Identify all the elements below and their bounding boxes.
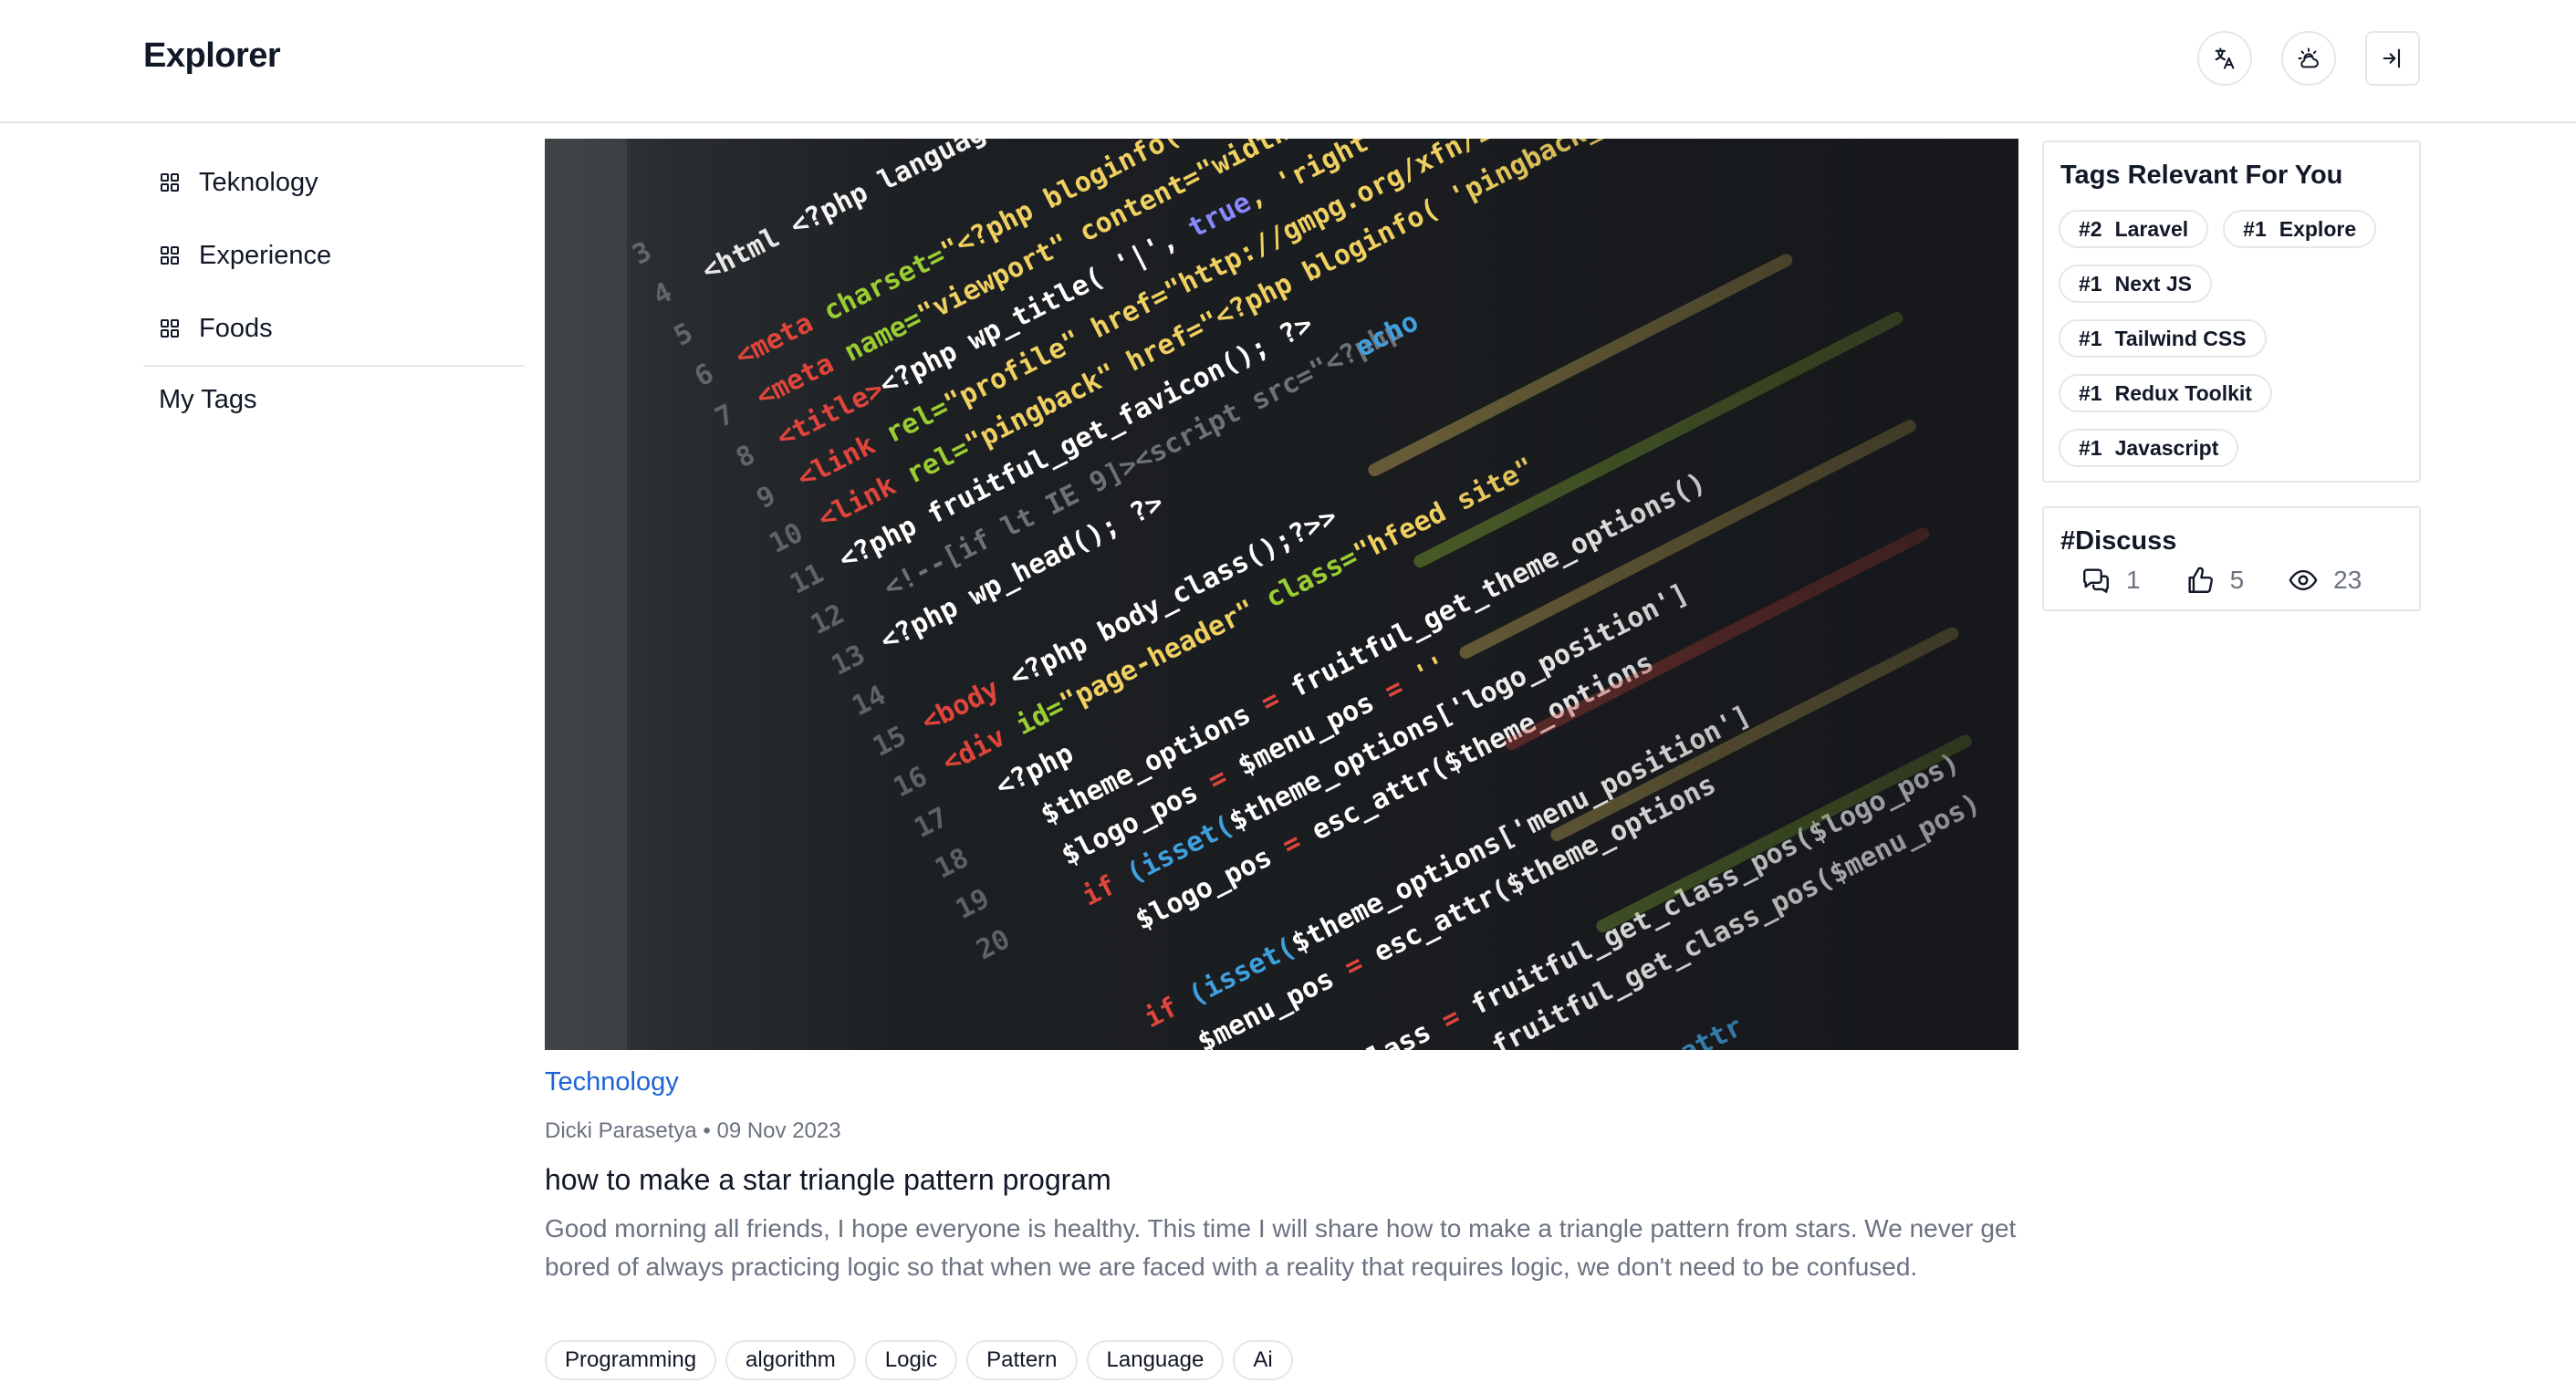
- tag-rank: #1: [2079, 326, 2102, 350]
- tag-name: Next JS: [2114, 271, 2192, 296]
- likes-count: 5: [2229, 566, 2245, 594]
- tag-rank: #1: [2079, 380, 2102, 405]
- tag-row: #1 Redux Toolkit: [2059, 374, 2272, 412]
- post-excerpt: Good morning all friends, I hope everyon…: [545, 1214, 2017, 1281]
- tag-row: #1 Next JS: [2059, 265, 2212, 303]
- views-stat: 23: [2288, 565, 2362, 596]
- relevant-tag-chip[interactable]: #1 Next JS: [2059, 265, 2212, 303]
- login-icon: [2383, 48, 2401, 68]
- comments-icon: [2083, 568, 2109, 593]
- tag-rank: #1: [2079, 271, 2102, 296]
- code-screen-illustration: 345 678 91011 121314 151617 181920 <html…: [545, 139, 2018, 1050]
- weather-icon: [2298, 47, 2319, 68]
- sidebar: Teknology Experience Foods My Tags: [143, 146, 525, 415]
- relevant-tag-chip[interactable]: #2 Laravel: [2059, 210, 2209, 248]
- tag-rank: #2: [2079, 216, 2102, 241]
- post-tag-chip[interactable]: Language: [1086, 1340, 1225, 1380]
- discuss-title[interactable]: #Discuss: [2060, 526, 2176, 556]
- relevant-tag-chip[interactable]: #1 Redux Toolkit: [2059, 374, 2272, 412]
- translate-button[interactable]: [2197, 31, 2252, 86]
- sidebar-item-experience[interactable]: Experience: [143, 219, 525, 292]
- tag-row: #1 Javascript: [2059, 429, 2239, 467]
- my-tags-heading: My Tags: [159, 385, 257, 414]
- relevant-tag-chip[interactable]: #1 Explore: [2223, 210, 2377, 248]
- views-count: 23: [2333, 566, 2362, 594]
- tag-name: Laravel: [2114, 216, 2189, 241]
- meta-separator: •: [703, 1118, 711, 1143]
- comments-count: 1: [2126, 566, 2141, 594]
- post-tag-chip[interactable]: Logic: [864, 1340, 958, 1380]
- sidebar-item-label: Experience: [199, 240, 332, 270]
- translate-icon: [2215, 47, 2235, 69]
- sidebar-divider: [143, 365, 525, 367]
- tag-name: Tailwind CSS: [2114, 326, 2247, 350]
- tag-name: Javascript: [2114, 435, 2219, 460]
- tag-name: Explore: [2279, 216, 2357, 241]
- tag-row: #1 Tailwind CSS: [2059, 319, 2267, 358]
- tag-rank: #1: [2243, 216, 2267, 241]
- comments-stat: 1: [2081, 565, 2141, 596]
- discuss-panel: #Discuss 1 5 23: [2042, 506, 2421, 611]
- top-header: Explorer: [0, 0, 2576, 123]
- likes-stat: 5: [2185, 565, 2245, 596]
- sidebar-item-label: Teknology: [199, 167, 318, 197]
- grid-icon: [159, 244, 181, 266]
- tag-rank: #1: [2079, 435, 2102, 460]
- post-date: 09 Nov 2023: [716, 1118, 841, 1143]
- brand-title[interactable]: Explorer: [143, 36, 281, 76]
- post-tag-chip[interactable]: Programming: [545, 1340, 717, 1380]
- post-tag-list: Programming algorithm Logic Pattern Lang…: [545, 1340, 1293, 1380]
- eye-icon: [2289, 569, 2318, 591]
- discuss-stats: 1 5 23: [2081, 565, 2405, 596]
- relevant-tags-panel: Tags Relevant For You #2 Laravel #1 Expl…: [2042, 140, 2421, 483]
- post-title[interactable]: how to make a star triangle pattern prog…: [545, 1163, 1111, 1197]
- post-tag-chip[interactable]: Ai: [1233, 1340, 1293, 1380]
- relevant-tag-chip[interactable]: #1 Javascript: [2059, 429, 2239, 467]
- sidebar-item-foods[interactable]: Foods: [143, 292, 525, 365]
- post-tag-chip[interactable]: Pattern: [966, 1340, 1078, 1380]
- sidebar-item-label: Foods: [199, 313, 273, 343]
- login-button[interactable]: [2365, 31, 2420, 86]
- grid-icon: [159, 172, 181, 193]
- grid-icon: [159, 317, 181, 339]
- tag-name: Redux Toolkit: [2114, 380, 2252, 405]
- post-author[interactable]: Dicki Parasetya: [545, 1118, 697, 1143]
- relevant-tags-title: Tags Relevant For You: [2060, 161, 2343, 190]
- tag-row: #2 Laravel #1 Explore: [2059, 210, 2377, 248]
- post-category-link[interactable]: Technology: [545, 1067, 679, 1097]
- post-meta: Dicki Parasetya • 09 Nov 2023: [545, 1118, 841, 1144]
- relevant-tag-chip[interactable]: #1 Tailwind CSS: [2059, 319, 2267, 358]
- post-cover-image[interactable]: 345 678 91011 121314 151617 181920 <html…: [545, 139, 2018, 1050]
- theme-weather-button[interactable]: [2281, 31, 2336, 86]
- sidebar-item-teknology[interactable]: Teknology: [143, 146, 525, 219]
- post-tag-chip[interactable]: algorithm: [725, 1340, 856, 1380]
- thumbs-up-icon: [2188, 567, 2213, 593]
